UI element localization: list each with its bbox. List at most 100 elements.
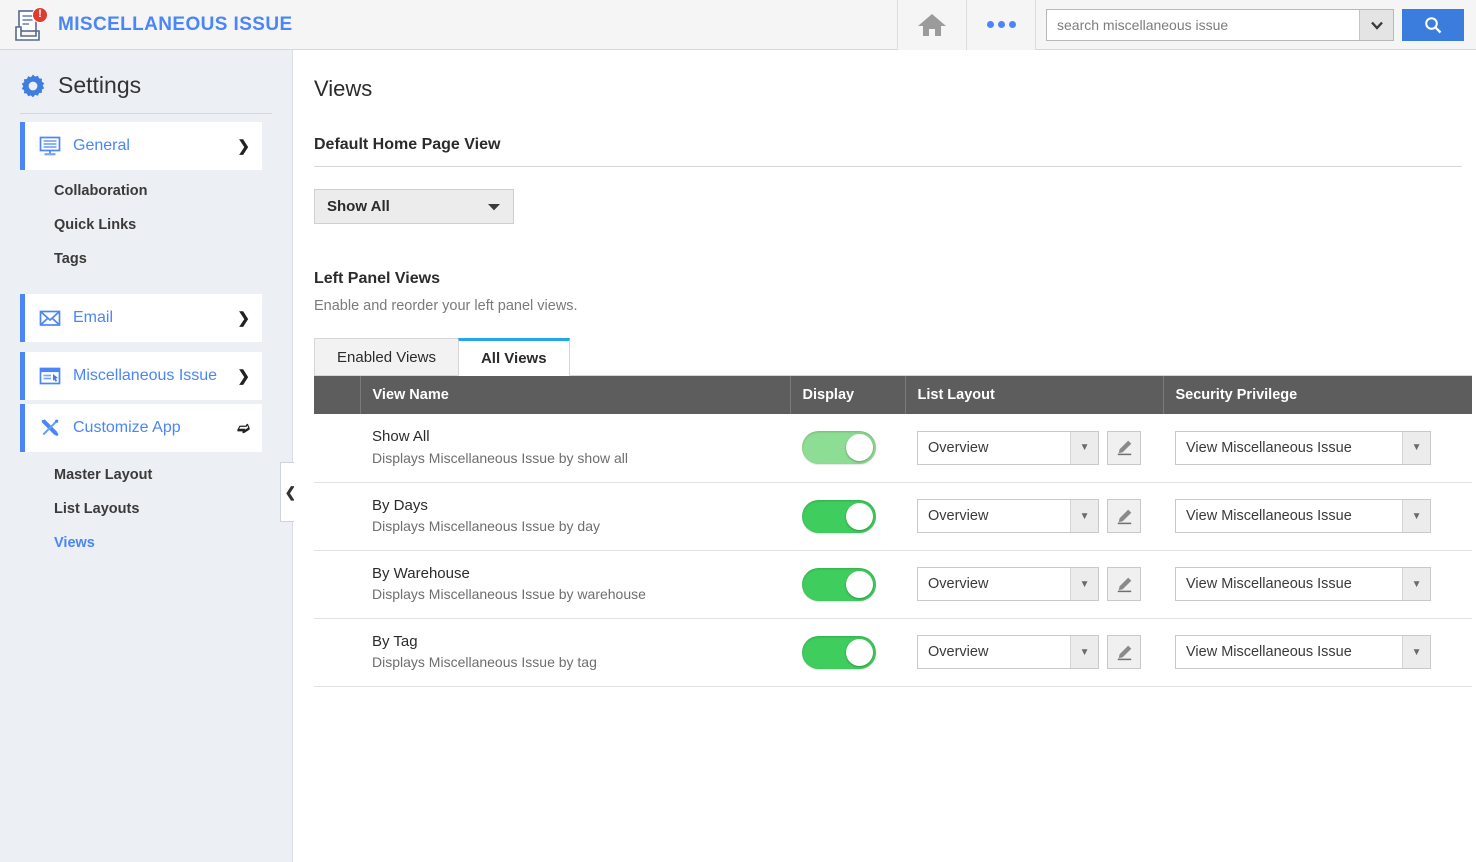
list-layout-value: Overview: [928, 508, 989, 524]
list-layout-select[interactable]: Overview ▼: [917, 567, 1099, 601]
display-toggle[interactable]: [802, 431, 876, 465]
more-dots-icon: [986, 21, 1016, 28]
row-list-layout-cell: Overview ▼: [905, 550, 1163, 619]
sidebar-item-general[interactable]: General ❯: [20, 122, 262, 170]
left-panel-views-title: Left Panel Views: [314, 270, 440, 287]
tab-all-views[interactable]: All Views: [457, 338, 570, 376]
search-input[interactable]: [1047, 9, 1359, 40]
chevron-down-icon: ➫: [237, 420, 250, 437]
left-panel-views-subtitle: Enable and reorder your left panel views…: [314, 298, 578, 314]
list-layout-value: Overview: [928, 576, 989, 592]
row-view-name-cell: Show All Displays Miscellaneous Issue by…: [360, 414, 790, 483]
settings-header: Settings: [0, 50, 292, 113]
sidebar-item-label: Email: [73, 309, 114, 326]
sidebar-item-label: Miscellaneous Issue: [73, 367, 218, 384]
row-view-name: By Days: [372, 496, 428, 514]
monitor-icon: [39, 136, 61, 156]
sidebar-subitem-collaboration[interactable]: Collaboration: [0, 174, 292, 208]
home-button[interactable]: [898, 0, 966, 50]
sidebar-subitem-views[interactable]: Views: [0, 526, 292, 560]
sidebar-item-miscellaneous-issue[interactable]: Miscellaneous Issue ❯: [20, 352, 262, 400]
table-row: Show All Displays Miscellaneous Issue by…: [314, 414, 1472, 483]
row-list-layout-cell: Overview ▼: [905, 618, 1163, 687]
list-layout-select[interactable]: Overview ▼: [917, 499, 1099, 533]
row-security-privilege-cell: View Miscellaneous Issue ▼: [1163, 482, 1472, 551]
security-privilege-value: View Miscellaneous Issue: [1186, 644, 1352, 660]
security-privilege-select[interactable]: View Miscellaneous Issue ▼: [1175, 635, 1431, 669]
caret-down-icon: ▼: [1070, 500, 1098, 532]
pencil-icon: [1117, 509, 1131, 524]
chevron-right-icon: ❯: [237, 310, 250, 327]
caret-down-icon: ▼: [1070, 431, 1098, 464]
sidebar-subitem-list-layouts[interactable]: List Layouts: [0, 492, 292, 526]
toggle-knob: [846, 570, 873, 598]
tab-enabled-views[interactable]: Enabled Views: [314, 338, 459, 376]
row-view-name-cell: By Warehouse Displays Miscellaneous Issu…: [360, 550, 790, 619]
security-privilege-select[interactable]: View Miscellaneous Issue ▼: [1175, 567, 1431, 601]
divider: [1035, 0, 1036, 50]
pencil-icon: [1117, 440, 1131, 456]
app-brand[interactable]: ! MISCELLANEOUS ISSUE: [0, 0, 293, 50]
sidebar-subitem-master-layout[interactable]: Master Layout: [0, 458, 292, 492]
alert-badge: !: [32, 6, 48, 23]
security-privilege-select[interactable]: View Miscellaneous Issue ▼: [1175, 499, 1431, 533]
row-drag-handle[interactable]: [314, 618, 360, 687]
list-layout-select[interactable]: Overview ▼: [917, 635, 1099, 669]
envelope-icon: [39, 310, 61, 326]
caret-down-icon: ▼: [1070, 636, 1098, 668]
row-drag-handle[interactable]: [314, 482, 360, 551]
settings-sidebar: Settings General ❯ Collaboration Quick L…: [0, 50, 301, 862]
list-layout-group: Overview ▼: [917, 499, 1151, 533]
more-options-button[interactable]: [967, 0, 1035, 50]
default-home-page-view-select[interactable]: Show All: [314, 189, 514, 224]
list-layout-select[interactable]: Overview ▼: [917, 430, 1099, 465]
edit-layout-button[interactable]: [1107, 430, 1141, 465]
row-drag-handle[interactable]: [314, 414, 360, 483]
search-scope-dropdown[interactable]: [1359, 9, 1393, 40]
section-divider: [314, 166, 1462, 167]
display-toggle[interactable]: [802, 635, 876, 669]
edit-layout-button[interactable]: [1107, 567, 1141, 601]
caret-down-icon: ▼: [1402, 568, 1430, 600]
column-header-view-name: View Name: [360, 376, 791, 414]
chevron-down-icon: [1370, 21, 1383, 30]
caret-down-icon: ▼: [1402, 636, 1430, 668]
views-table: View Name Display List Layout Security P…: [314, 376, 1472, 687]
pencil-icon: [1117, 577, 1131, 592]
search-area: [1046, 8, 1464, 41]
row-view-name-cell: By Tag Displays Miscellaneous Issue by t…: [360, 618, 790, 687]
sidebar-subitem-tags[interactable]: Tags: [0, 242, 292, 276]
list-layout-group: Overview ▼: [917, 635, 1151, 669]
window-cursor-icon: [39, 367, 61, 385]
toggle-knob: [846, 502, 873, 530]
row-security-privilege-cell: View Miscellaneous Issue ▼: [1163, 550, 1472, 619]
wrench-screwdriver-icon: [41, 419, 59, 437]
row-security-privilege-cell: View Miscellaneous Issue ▼: [1163, 414, 1472, 483]
main-content: Views Default Home Page View Show All Le…: [294, 50, 1476, 862]
search-box: [1046, 8, 1394, 41]
display-toggle[interactable]: [802, 567, 876, 601]
app-icon: !: [14, 6, 48, 41]
search-icon: [1425, 16, 1442, 33]
column-header-handle: [314, 376, 361, 414]
security-privilege-select[interactable]: View Miscellaneous Issue ▼: [1175, 430, 1431, 465]
edit-layout-button[interactable]: [1107, 635, 1141, 669]
edit-layout-button[interactable]: [1107, 499, 1141, 533]
row-display-cell: [790, 550, 905, 619]
row-drag-handle[interactable]: [314, 550, 360, 619]
row-display-cell: [790, 482, 905, 551]
chevron-right-icon: ❯: [237, 138, 250, 155]
home-icon: [918, 13, 946, 36]
display-toggle[interactable]: [802, 499, 876, 533]
row-view-desc: Displays Miscellaneous Issue by show all: [372, 449, 628, 466]
sidebar-item-customize-app[interactable]: Customize App ➫: [20, 404, 262, 452]
sidebar-item-email[interactable]: Email ❯: [20, 294, 262, 342]
security-privilege-value: View Miscellaneous Issue: [1186, 576, 1352, 592]
list-layout-group: Overview ▼: [917, 430, 1151, 465]
app-title: MISCELLANEOUS ISSUE: [58, 13, 293, 35]
views-table-body: Show All Displays Miscellaneous Issue by…: [314, 414, 1472, 687]
default-home-page-view-title: Default Home Page View: [314, 136, 501, 153]
row-view-name: By Tag: [372, 632, 418, 650]
search-button[interactable]: [1402, 8, 1464, 41]
sidebar-subitem-quick-links[interactable]: Quick Links: [0, 208, 292, 242]
